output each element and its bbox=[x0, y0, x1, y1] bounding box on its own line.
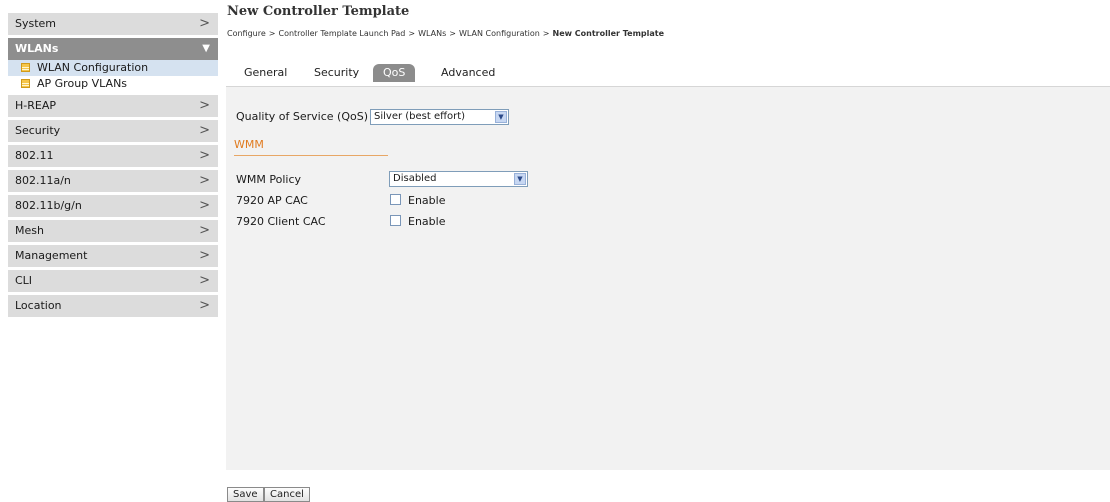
qos-select[interactable]: Silver (best effort) ▼ bbox=[370, 109, 509, 125]
sidebar-subitem-wlan-configuration[interactable]: WLAN Configuration bbox=[8, 60, 218, 76]
breadcrumb-link-wlan-configuration[interactable]: WLAN Configuration bbox=[459, 29, 540, 38]
sidebar-nav: System > WLANs ▼ WLAN Configuration AP G… bbox=[8, 13, 218, 320]
breadcrumb-separator: > bbox=[268, 29, 276, 38]
ap-cac-checkbox-label: Enable bbox=[408, 194, 446, 207]
sidebar-item-label: 802.11 bbox=[15, 149, 54, 162]
qos-settings-panel: Quality of Service (QoS) Silver (best ef… bbox=[226, 86, 1110, 470]
chevron-right-icon: > bbox=[199, 173, 210, 188]
client-cac-checkbox-label: Enable bbox=[408, 215, 446, 228]
breadcrumb-separator: > bbox=[408, 29, 416, 38]
sidebar-item-80211bgn[interactable]: 802.11b/g/n > bbox=[8, 195, 218, 220]
qos-select-value: Silver (best effort) bbox=[374, 111, 466, 122]
breadcrumb-separator: > bbox=[449, 29, 456, 38]
sidebar-subitem-ap-group-vlans[interactable]: AP Group VLANs bbox=[8, 76, 218, 92]
sidebar-item-label: H-REAP bbox=[15, 99, 56, 112]
cancel-button[interactable]: Cancel bbox=[264, 487, 310, 502]
wmm-policy-select-value: Disabled bbox=[393, 173, 437, 184]
breadcrumb-current: New Controller Template bbox=[552, 29, 665, 38]
sidebar-item-h-reap[interactable]: H-REAP > bbox=[8, 95, 218, 120]
sidebar-subitem-label: WLAN Configuration bbox=[37, 61, 149, 74]
wmm-policy-select[interactable]: Disabled ▼ bbox=[389, 171, 528, 187]
page-title: New Controller Template bbox=[227, 4, 410, 19]
chevron-right-icon: > bbox=[199, 148, 210, 163]
sidebar-subitem-label: AP Group VLANs bbox=[37, 77, 128, 90]
qos-label: Quality of Service (QoS) bbox=[236, 110, 369, 123]
sidebar-item-80211an[interactable]: 802.11a/n > bbox=[8, 170, 218, 195]
sidebar-item-security[interactable]: Security > bbox=[8, 120, 218, 145]
sidebar-item-label: 802.11a/n bbox=[15, 174, 71, 187]
wmm-section-title: WMM bbox=[234, 138, 388, 156]
chevron-right-icon: > bbox=[199, 16, 210, 31]
chevron-right-icon: > bbox=[199, 273, 210, 288]
chevron-right-icon: > bbox=[199, 98, 210, 113]
chevron-right-icon: > bbox=[199, 123, 210, 138]
chevron-right-icon: > bbox=[199, 198, 210, 213]
tab-security[interactable]: Security bbox=[314, 64, 359, 82]
wlans-submenu: WLAN Configuration AP Group VLANs bbox=[8, 60, 218, 95]
sidebar-item-label: Location bbox=[15, 299, 62, 312]
breadcrumb-link-launch-pad[interactable]: Controller Template Launch Pad bbox=[278, 29, 405, 38]
breadcrumb-link-wlans[interactable]: WLANs bbox=[418, 29, 446, 38]
tab-general[interactable]: General bbox=[244, 64, 287, 82]
sidebar-item-wlans[interactable]: WLANs ▼ bbox=[8, 38, 218, 60]
sidebar-item-management[interactable]: Management > bbox=[8, 245, 218, 270]
sidebar-item-label: 802.11b/g/n bbox=[15, 199, 82, 212]
ap-cac-checkbox[interactable] bbox=[390, 194, 401, 205]
sidebar-item-label: CLI bbox=[15, 274, 33, 287]
wmm-policy-label: WMM Policy bbox=[236, 173, 301, 186]
tab-advanced[interactable]: Advanced bbox=[441, 64, 495, 82]
table-icon bbox=[21, 63, 30, 72]
breadcrumb: Configure > Controller Template Launch Pad… bbox=[227, 29, 664, 38]
sidebar-item-label: System bbox=[15, 17, 57, 30]
dropdown-arrow-icon: ▼ bbox=[495, 111, 507, 123]
sidebar-item-cli[interactable]: CLI > bbox=[8, 270, 218, 295]
chevron-right-icon: > bbox=[199, 248, 210, 263]
sidebar-item-mesh[interactable]: Mesh > bbox=[8, 220, 218, 245]
chevron-right-icon: > bbox=[199, 298, 210, 313]
sidebar-item-label: Mesh bbox=[15, 224, 44, 237]
chevron-down-icon: ▼ bbox=[202, 43, 210, 54]
sidebar-item-label: Management bbox=[15, 249, 88, 262]
sidebar-item-label: WLANs bbox=[15, 42, 59, 55]
dropdown-arrow-icon: ▼ bbox=[514, 173, 526, 185]
table-icon bbox=[21, 79, 30, 88]
client-cac-label: 7920 Client CAC bbox=[236, 215, 326, 228]
ap-cac-label: 7920 AP CAC bbox=[236, 194, 308, 207]
sidebar-item-location[interactable]: Location > bbox=[8, 295, 218, 320]
chevron-right-icon: > bbox=[199, 223, 210, 238]
client-cac-checkbox[interactable] bbox=[390, 215, 401, 226]
breadcrumb-separator: > bbox=[542, 29, 550, 38]
sidebar-item-system[interactable]: System > bbox=[8, 13, 218, 38]
sidebar-item-80211[interactable]: 802.11 > bbox=[8, 145, 218, 170]
save-button[interactable]: Save bbox=[227, 487, 264, 502]
tab-qos[interactable]: QoS bbox=[373, 64, 416, 82]
sidebar-item-label: Security bbox=[15, 124, 61, 137]
breadcrumb-link-configure[interactable]: Configure bbox=[227, 29, 266, 38]
